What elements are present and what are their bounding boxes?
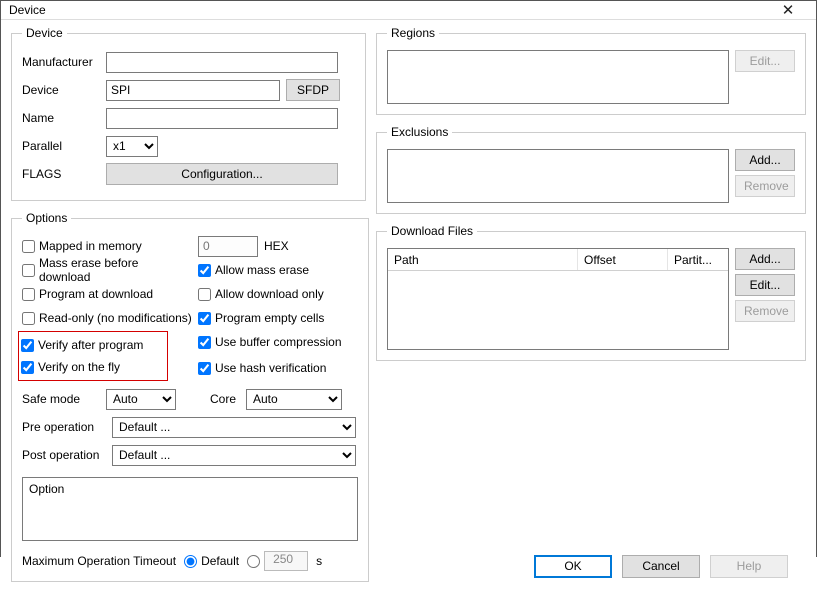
use-buffer-compression-checkbox[interactable]: Use buffer compression (198, 331, 358, 353)
name-input[interactable] (106, 108, 338, 129)
help-button: Help (710, 555, 788, 578)
right-column: Regions Edit... Exclusions Add... Remove (376, 26, 806, 588)
device-group: Device Manufacturer Device SFDP Name Par… (11, 26, 366, 201)
manufacturer-label: Manufacturer (22, 55, 100, 69)
col-partition[interactable]: Partit... (668, 249, 728, 270)
mapped-in-memory-checkbox[interactable]: Mapped in memory (22, 235, 192, 257)
exclusions-legend: Exclusions (387, 125, 452, 139)
exclusions-remove-button: Remove (735, 175, 795, 197)
options-group: Options Mapped in memory HEX Mass erase … (11, 211, 369, 582)
timeout-custom-radio[interactable]: 250 (247, 551, 308, 571)
exclusions-group: Exclusions Add... Remove (376, 125, 806, 214)
regions-edit-button: Edit... (735, 50, 795, 72)
left-column: Device Manufacturer Device SFDP Name Par… (11, 26, 366, 588)
parallel-label: Parallel (22, 139, 100, 153)
window-title: Device (9, 3, 768, 17)
flags-label: FLAGS (22, 167, 100, 181)
name-label: Name (22, 111, 100, 125)
download-files-table[interactable]: Path Offset Partit... (387, 248, 729, 350)
manufacturer-input[interactable] (106, 52, 338, 73)
regions-legend: Regions (387, 26, 439, 40)
timeout-spinner[interactable]: 250 (264, 551, 308, 571)
dialog-footer: OK Cancel Help (376, 544, 806, 588)
allow-mass-erase-checkbox[interactable]: Allow mass erase (198, 259, 358, 281)
download-files-add-button[interactable]: Add... (735, 248, 795, 270)
post-op-label: Post operation (22, 448, 106, 462)
cancel-button[interactable]: Cancel (622, 555, 700, 578)
timeout-default-radio[interactable]: Default (184, 554, 239, 568)
configuration-button[interactable]: Configuration... (106, 163, 338, 185)
exclusions-listbox[interactable] (387, 149, 729, 203)
verify-highlight-box: Verify after program Verify on the fly (18, 331, 168, 381)
post-op-select[interactable]: Default ... (112, 445, 356, 466)
pre-op-select[interactable]: Default ... (112, 417, 356, 438)
timeout-label: Maximum Operation Timeout (22, 554, 176, 568)
safe-mode-select[interactable]: Auto (106, 389, 176, 410)
regions-group: Regions Edit... (376, 26, 806, 115)
mass-erase-before-checkbox[interactable]: Mass erase before download (22, 259, 192, 281)
hex-input (198, 236, 258, 257)
titlebar: Device ✕ (1, 1, 816, 20)
verify-on-fly-checkbox[interactable]: Verify on the fly (21, 356, 165, 378)
option-textarea[interactable]: Option (22, 477, 358, 541)
col-path[interactable]: Path (388, 249, 578, 270)
device-legend: Device (22, 26, 67, 40)
timeout-unit: s (316, 554, 322, 568)
core-select[interactable]: Auto (246, 389, 342, 410)
sfdp-button[interactable]: SFDP (286, 79, 340, 101)
verify-after-checkbox[interactable]: Verify after program (21, 334, 165, 356)
options-legend: Options (22, 211, 71, 225)
pre-op-label: Pre operation (22, 420, 106, 434)
download-files-legend: Download Files (387, 224, 477, 238)
device-input[interactable] (106, 80, 280, 101)
core-label: Core (210, 392, 240, 406)
device-label: Device (22, 83, 100, 97)
safe-mode-label: Safe mode (22, 392, 100, 406)
hex-label: HEX (264, 239, 289, 253)
device-dialog: Device ✕ Device Manufacturer Device SFDP… (0, 0, 817, 557)
ok-button[interactable]: OK (534, 555, 612, 578)
program-empty-checkbox[interactable]: Program empty cells (198, 307, 358, 329)
use-hash-checkbox[interactable]: Use hash verification (198, 357, 358, 379)
download-files-group: Download Files Path Offset Partit... Add… (376, 224, 806, 361)
read-only-checkbox[interactable]: Read-only (no modifications) (22, 307, 192, 329)
parallel-select[interactable]: x1 (106, 136, 158, 157)
hex-row: HEX (198, 235, 358, 257)
download-files-header: Path Offset Partit... (388, 249, 728, 271)
close-icon[interactable]: ✕ (768, 1, 808, 19)
exclusions-add-button[interactable]: Add... (735, 149, 795, 171)
program-at-download-checkbox[interactable]: Program at download (22, 283, 192, 305)
regions-listbox[interactable] (387, 50, 729, 104)
content-area: Device Manufacturer Device SFDP Name Par… (1, 20, 816, 594)
allow-download-only-checkbox[interactable]: Allow download only (198, 283, 358, 305)
download-files-edit-button[interactable]: Edit... (735, 274, 795, 296)
download-files-remove-button: Remove (735, 300, 795, 322)
col-offset[interactable]: Offset (578, 249, 668, 270)
